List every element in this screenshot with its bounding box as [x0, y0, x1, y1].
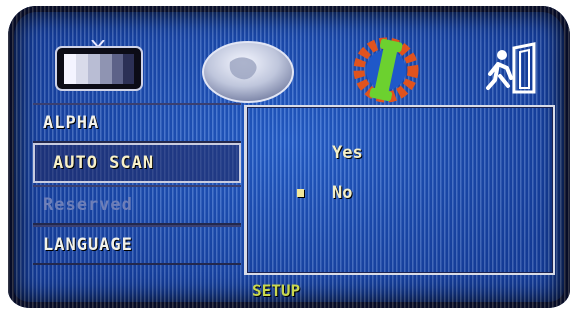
menu-item-language[interactable]: LANGUAGE [33, 225, 241, 265]
menu-item-label: Reserved [43, 195, 133, 215]
option-no[interactable]: No [332, 183, 352, 203]
menu-item-label: LANGUAGE [43, 235, 133, 255]
menu-item-auto-scan[interactable]: AUTO SCAN [33, 143, 241, 183]
monitor-bezel: ALPHA AUTO SCAN Reserved LANGUAGE Yes No… [0, 0, 579, 315]
globe-icon[interactable] [200, 40, 296, 104]
settings-gear-icon[interactable] [348, 34, 424, 106]
osd-screen: ALPHA AUTO SCAN Reserved LANGUAGE Yes No… [8, 6, 570, 308]
exit-icon[interactable] [480, 38, 540, 98]
menu-item-alpha[interactable]: ALPHA [33, 103, 241, 143]
menu-item-reserved: Reserved [33, 185, 241, 225]
footer-title: SETUP [252, 281, 301, 300]
tv-icon[interactable] [54, 39, 144, 92]
selection-bullet-icon [297, 189, 304, 197]
option-yes[interactable]: Yes [332, 143, 363, 163]
options-panel: Yes No [244, 105, 555, 275]
menu-item-label: AUTO SCAN [53, 153, 155, 173]
menu-item-label: ALPHA [43, 113, 100, 133]
